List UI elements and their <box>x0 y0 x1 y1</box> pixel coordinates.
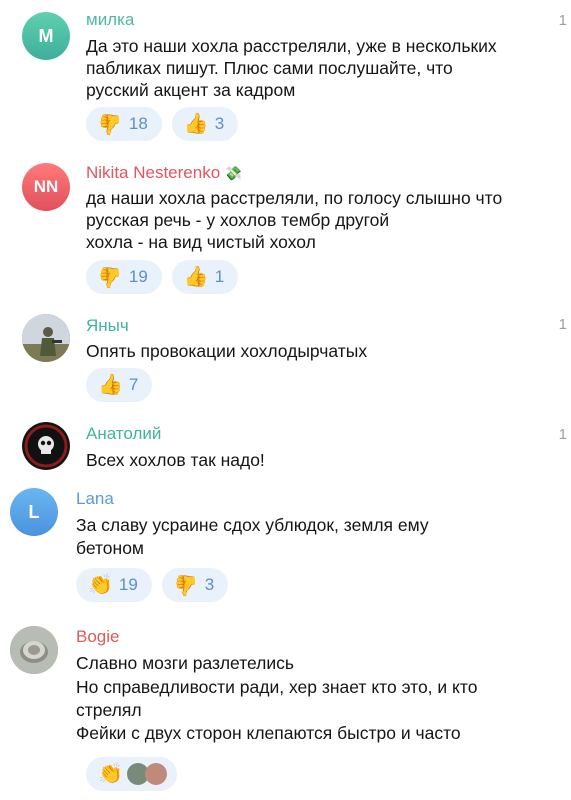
thumbs-down-icon: 👍 <box>98 113 123 135</box>
thumbs-up-icon: 👍 <box>183 113 209 135</box>
thumbs-up-icon: 👍 <box>183 266 209 288</box>
author-name[interactable]: Lana <box>76 489 114 509</box>
thumbs-up-icon: 👍 <box>98 374 123 396</box>
avatar-bogie[interactable] <box>10 626 58 674</box>
author-name[interactable]: Nikita Nesterenko 💸 <box>86 163 242 183</box>
ring-photo-icon <box>10 626 58 674</box>
reaction-count: 3 <box>204 575 215 594</box>
comment-line: За славу усраине сдох ублюдок, земля ему <box>76 515 429 535</box>
thumbs-down-icon: 👍 <box>173 574 199 596</box>
reaction-bar: 👏 <box>86 757 177 791</box>
side-count: 1 <box>558 316 567 333</box>
comment-line: хохла - на вид чистый хохол <box>86 232 316 252</box>
reaction-bar: 👍 7 <box>86 368 153 402</box>
reaction-clap[interactable]: 👏 <box>86 757 177 791</box>
reaction-thumbs-up[interactable]: 👍 3 <box>171 107 239 141</box>
avatar-yanich[interactable] <box>22 314 70 362</box>
reactor-avatar <box>144 763 167 785</box>
clapping-hands-icon: 👏 <box>98 763 123 785</box>
reaction-thumbs-up[interactable]: 👍 7 <box>86 368 153 402</box>
author-name[interactable]: Яныч <box>86 316 129 336</box>
comment-line: Опять провокации хохлодырчатых <box>86 341 368 361</box>
comment-line: Но справедливости ради, хер знает кто эт… <box>76 677 478 697</box>
comment-line: да наши хохла расстреляли, по голосу слы… <box>86 188 503 208</box>
comment-line: Да это наши хохла расстреляли, уже в нес… <box>86 36 497 56</box>
author-name[interactable]: милка <box>86 10 134 30</box>
reaction-clap[interactable]: 👏 19 <box>76 568 152 602</box>
money-badge-icon: 💸 <box>224 165 243 181</box>
comment-line: русский акцент за кадром <box>86 80 296 100</box>
comment-line: Фейки с двух сторон клепаются быстро и ч… <box>76 723 461 743</box>
avatar-lana[interactable]: L <box>10 488 58 536</box>
author-name-text: Nikita Nesterenko <box>86 163 221 182</box>
avatar-milka[interactable]: M <box>22 12 70 60</box>
thumbs-down-icon: 👍 <box>98 266 123 288</box>
clapping-hands-icon: 👏 <box>88 574 113 596</box>
comment-line: бетоном <box>76 538 144 558</box>
comment-line: стрелял <box>76 700 142 720</box>
author-name[interactable]: Анатолий <box>86 424 161 444</box>
reaction-count: 19 <box>118 575 138 594</box>
comment-line: русская речь - у хохлов тембр другой <box>86 210 390 230</box>
reaction-count: 3 <box>214 114 225 133</box>
side-count: 1 <box>558 426 567 443</box>
comment-line: Всех хохлов так надо! <box>86 450 265 470</box>
reaction-thumbs-down[interactable]: 👍 3 <box>161 568 229 602</box>
side-count: 1 <box>558 12 567 29</box>
reaction-count: 19 <box>128 267 148 286</box>
skull-emblem-icon <box>23 423 69 469</box>
comment-line: Славно мозги разлетелись <box>76 653 295 673</box>
reaction-count: 7 <box>128 375 139 394</box>
reaction-count: 1 <box>214 267 225 286</box>
author-name[interactable]: Bogie <box>76 627 119 647</box>
avatar-nikita[interactable]: NN <box>22 163 70 211</box>
reaction-thumbs-down[interactable]: 👍 18 <box>86 107 162 141</box>
reaction-bar: 👏 19 👍 3 <box>76 568 229 602</box>
reaction-count: 18 <box>128 114 148 133</box>
reaction-thumbs-up[interactable]: 👍 1 <box>171 260 239 294</box>
soldier-photo-icon <box>22 314 70 362</box>
reaction-bar: 👍 18 👍 3 <box>86 107 239 141</box>
reaction-bar: 👍 19 👍 1 <box>86 260 239 294</box>
comment-line: пабликах пишут. Плюс сами послушайте, чт… <box>86 58 453 78</box>
avatar-anatoliy[interactable] <box>22 422 70 470</box>
reaction-thumbs-down[interactable]: 👍 19 <box>86 260 162 294</box>
